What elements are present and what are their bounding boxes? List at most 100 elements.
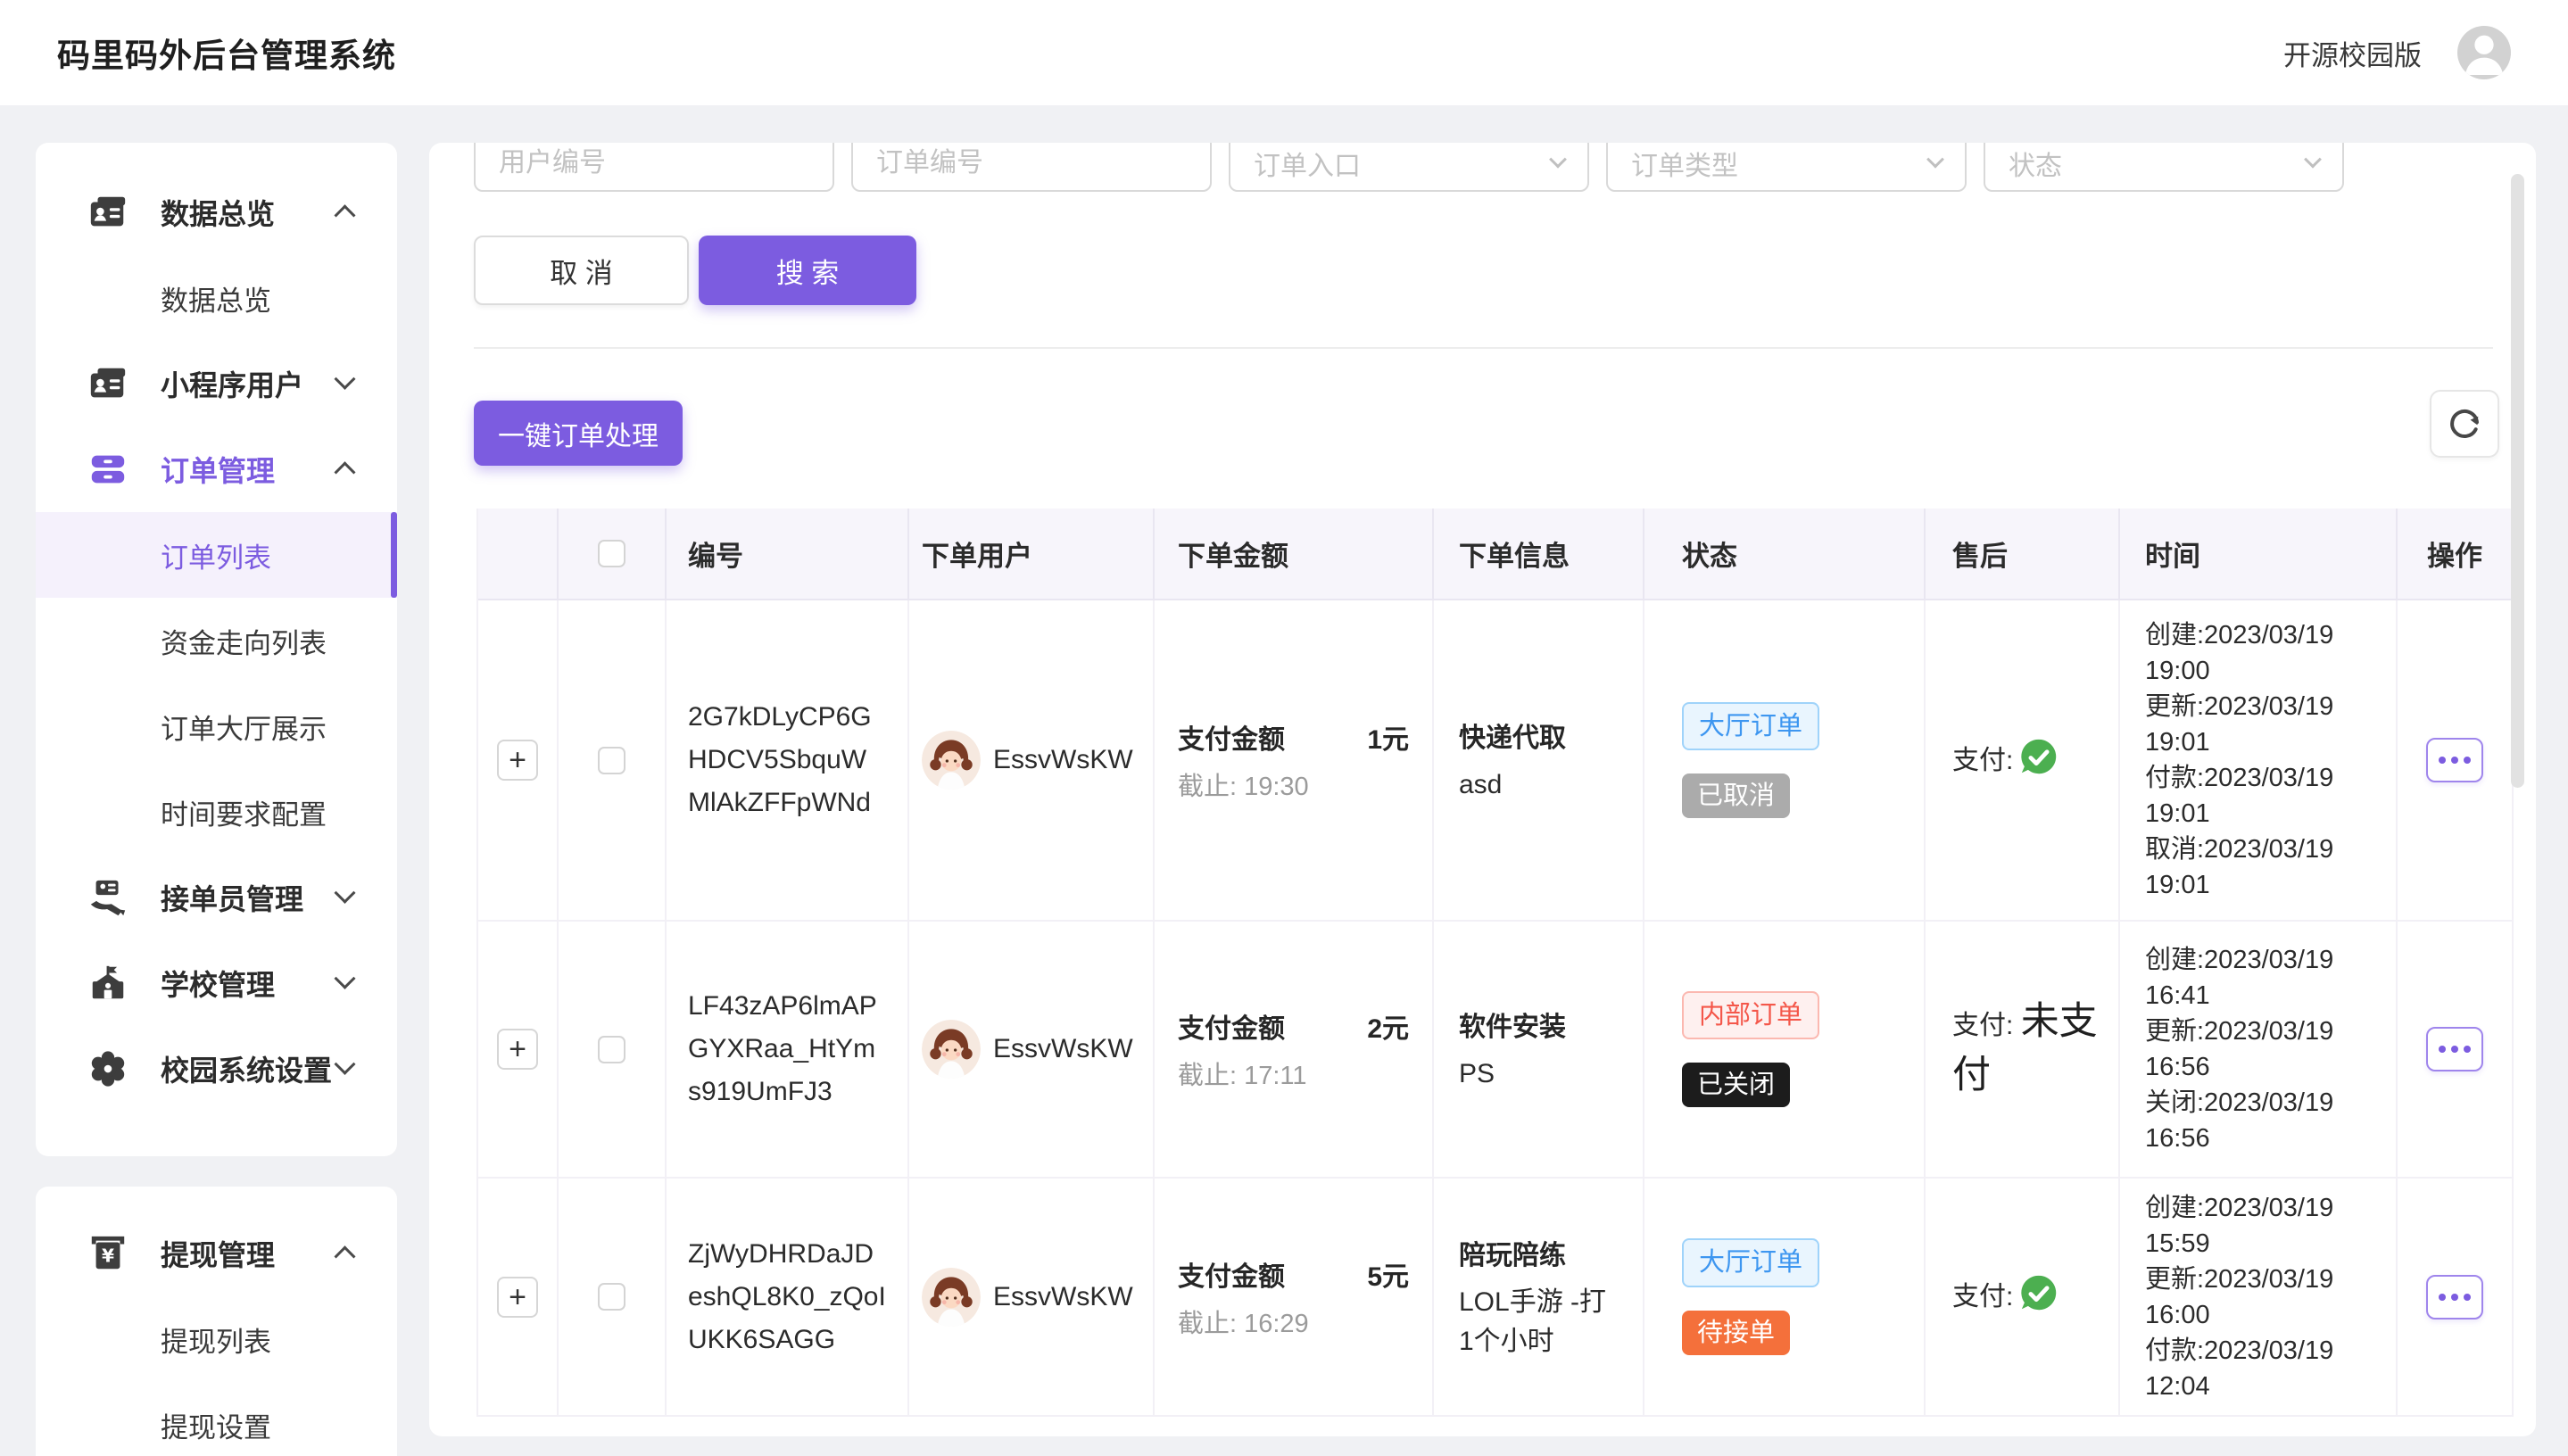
sidebar-item-data-overview-sub[interactable]: 数据总览 (36, 255, 397, 341)
wechat-pay-success-icon (2018, 1273, 2059, 1314)
edition-label: 开源校园版 (2283, 33, 2422, 73)
time-created: 创建:2023/03/19 16:41 (2145, 942, 2382, 1013)
refresh-icon (2446, 405, 2483, 443)
time-paid: 付款:2023/03/19 12:04 (2145, 1333, 2382, 1404)
more-actions-icon (2439, 1046, 2446, 1053)
time-updated: 更新:2023/03/19 16:56 (2145, 1013, 2382, 1085)
user-name: EssvWsKW (993, 1282, 1133, 1312)
expand-row-button[interactable]: + (497, 1029, 538, 1070)
svg-text:¥: ¥ (102, 1245, 114, 1267)
vertical-scrollbar[interactable] (2511, 174, 2524, 788)
girl-avatar-icon (922, 1020, 981, 1079)
wechat-pay-success-icon (2018, 737, 2059, 778)
chevron-down-icon (1926, 151, 1944, 169)
amount-label: 支付金额 (1178, 717, 1285, 757)
chevron-down-icon (334, 1053, 355, 1074)
partial-next-row (476, 1417, 2512, 1435)
divider (474, 347, 2493, 349)
column-header-id: 编号 (667, 509, 909, 600)
status-select[interactable]: 状态 (1984, 143, 2344, 192)
column-header-info: 下单信息 (1434, 509, 1644, 600)
chevron-up-icon (334, 204, 355, 226)
user-avatar-icon[interactable] (2457, 26, 2511, 79)
time-closed: 关闭:2023/03/19 16:56 (2145, 1085, 2382, 1156)
more-actions-button[interactable] (2426, 1275, 2483, 1320)
withdraw-icon: ¥ (87, 1233, 128, 1274)
order-id-input[interactable] (851, 143, 1212, 192)
more-actions-button[interactable] (2426, 1027, 2483, 1071)
order-entry-select[interactable]: 订单入口 (1229, 143, 1589, 192)
sidebar-item-withdraw-list[interactable]: 提现列表 (36, 1296, 397, 1382)
order-taker-icon (87, 877, 128, 918)
time-created: 创建:2023/03/19 15:59 (2145, 1190, 2382, 1262)
chevron-down-icon (334, 881, 355, 903)
active-indicator-bar (391, 512, 397, 598)
more-actions-button[interactable] (2426, 738, 2483, 782)
column-header-status: 状态 (1644, 509, 1926, 600)
table-header-row: 编号 下单用户 下单金额 下单信息 状态 售后 时间 操作 (476, 509, 2512, 600)
sidebar-item-withdraw-settings[interactable]: 提现设置 (36, 1382, 397, 1456)
user-name: EssvWsKW (993, 1034, 1133, 1064)
status-tag: 待接单 (1682, 1311, 1790, 1355)
sidebar-item-fund-flow-list[interactable]: 资金走向列表 (36, 598, 397, 683)
chevron-down-icon (334, 368, 355, 389)
user-id-input[interactable] (474, 143, 834, 192)
select-all-checkbox[interactable] (598, 540, 625, 567)
deadline: 截止: 19:30 (1178, 765, 1409, 803)
time-created: 创建:2023/03/19 19:00 (2145, 617, 2382, 689)
order-info-title: 快递代取 (1459, 716, 1566, 755)
order-info-detail: asd (1459, 765, 1566, 805)
more-actions-icon (2439, 1294, 2446, 1301)
chevron-down-icon (2304, 151, 2322, 169)
table-row: + 2G7kDLyCP6GHDCV5SbquWMlAkZFFpWNd EssvW… (476, 600, 2512, 922)
time-updated: 更新:2023/03/19 16:00 (2145, 1262, 2382, 1333)
column-header-aftersale: 售后 (1926, 509, 2120, 600)
miniprogram-user-icon (87, 363, 128, 404)
sidebar-item-time-requirement-config[interactable]: 时间要求配置 (36, 769, 397, 855)
sidebar-item-withdraw-management[interactable]: ¥ 提现管理 (36, 1211, 397, 1296)
row-checkbox[interactable] (598, 1283, 625, 1311)
school-icon (87, 963, 128, 1004)
sidebar-item-label: 数据总览 (161, 192, 275, 233)
app-header: 码里码外后台管理系统 开源校园版 (0, 0, 2568, 105)
cancel-button[interactable]: 取 消 (474, 236, 689, 305)
column-header-user: 下单用户 (909, 509, 1155, 600)
chevron-up-icon (334, 1245, 355, 1267)
sidebar-item-order-taker-management[interactable]: 接单员管理 (36, 855, 397, 940)
row-checkbox[interactable] (598, 747, 625, 774)
girl-avatar-icon (922, 731, 981, 790)
expand-row-button[interactable]: + (497, 740, 538, 781)
chevron-down-icon (334, 967, 355, 989)
app-title: 码里码外后台管理系统 (57, 29, 396, 77)
data-overview-icon (87, 192, 128, 233)
row-checkbox[interactable] (598, 1036, 625, 1063)
time-paid: 付款:2023/03/19 19:01 (2145, 760, 2382, 831)
sidebar-item-order-hall-display[interactable]: 订单大厅展示 (36, 683, 397, 769)
sidebar-item-order-list[interactable]: 订单列表 (36, 512, 397, 598)
orders-table: 编号 下单用户 下单金额 下单信息 状态 售后 时间 操作 + 2G7kDLyC… (476, 509, 2512, 1435)
sidebar: 数据总览 数据总览 小程序用户 订单管理 订单列表 资金走向列表 订单大厅展示 … (36, 143, 397, 1156)
sidebar-item-order-management[interactable]: 订单管理 (36, 426, 397, 512)
order-id: ZjWyDHRDaJDeshQL8K0_zQoIUKK6SAGG (688, 1233, 886, 1361)
user-name: EssvWsKW (993, 745, 1133, 775)
more-actions-icon (2439, 757, 2446, 764)
refresh-button[interactable] (2430, 390, 2499, 458)
sidebar-item-campus-settings[interactable]: 校园系统设置 (36, 1026, 397, 1112)
sidebar-item-data-overview[interactable]: 数据总览 (36, 170, 397, 255)
table-row: + LF43zAP6lmAPGYXRaa_HtYms919UmFJ3 EssvW… (476, 922, 2512, 1179)
sidebar-item-miniprogram-users[interactable]: 小程序用户 (36, 341, 397, 426)
chevron-down-icon (1549, 151, 1567, 169)
sidebar-item-school-management[interactable]: 学校管理 (36, 940, 397, 1026)
order-management-icon (87, 449, 128, 490)
order-id: LF43zAP6lmAPGYXRaa_HtYms919UmFJ3 (688, 985, 886, 1113)
column-header-actions: 操作 (2398, 509, 2514, 600)
batch-process-button[interactable]: 一键订单处理 (474, 401, 683, 466)
column-header-amount: 下单金额 (1155, 509, 1434, 600)
order-type-select[interactable]: 订单类型 (1606, 143, 1967, 192)
order-id: 2G7kDLyCP6GHDCV5SbquWMlAkZFFpWNd (688, 696, 886, 824)
status-tag: 大厅订单 (1682, 1238, 1819, 1286)
search-button[interactable]: 搜 索 (699, 236, 916, 305)
select-all-cell (559, 509, 667, 600)
column-header-time: 时间 (2120, 509, 2398, 600)
expand-row-button[interactable]: + (497, 1277, 538, 1318)
